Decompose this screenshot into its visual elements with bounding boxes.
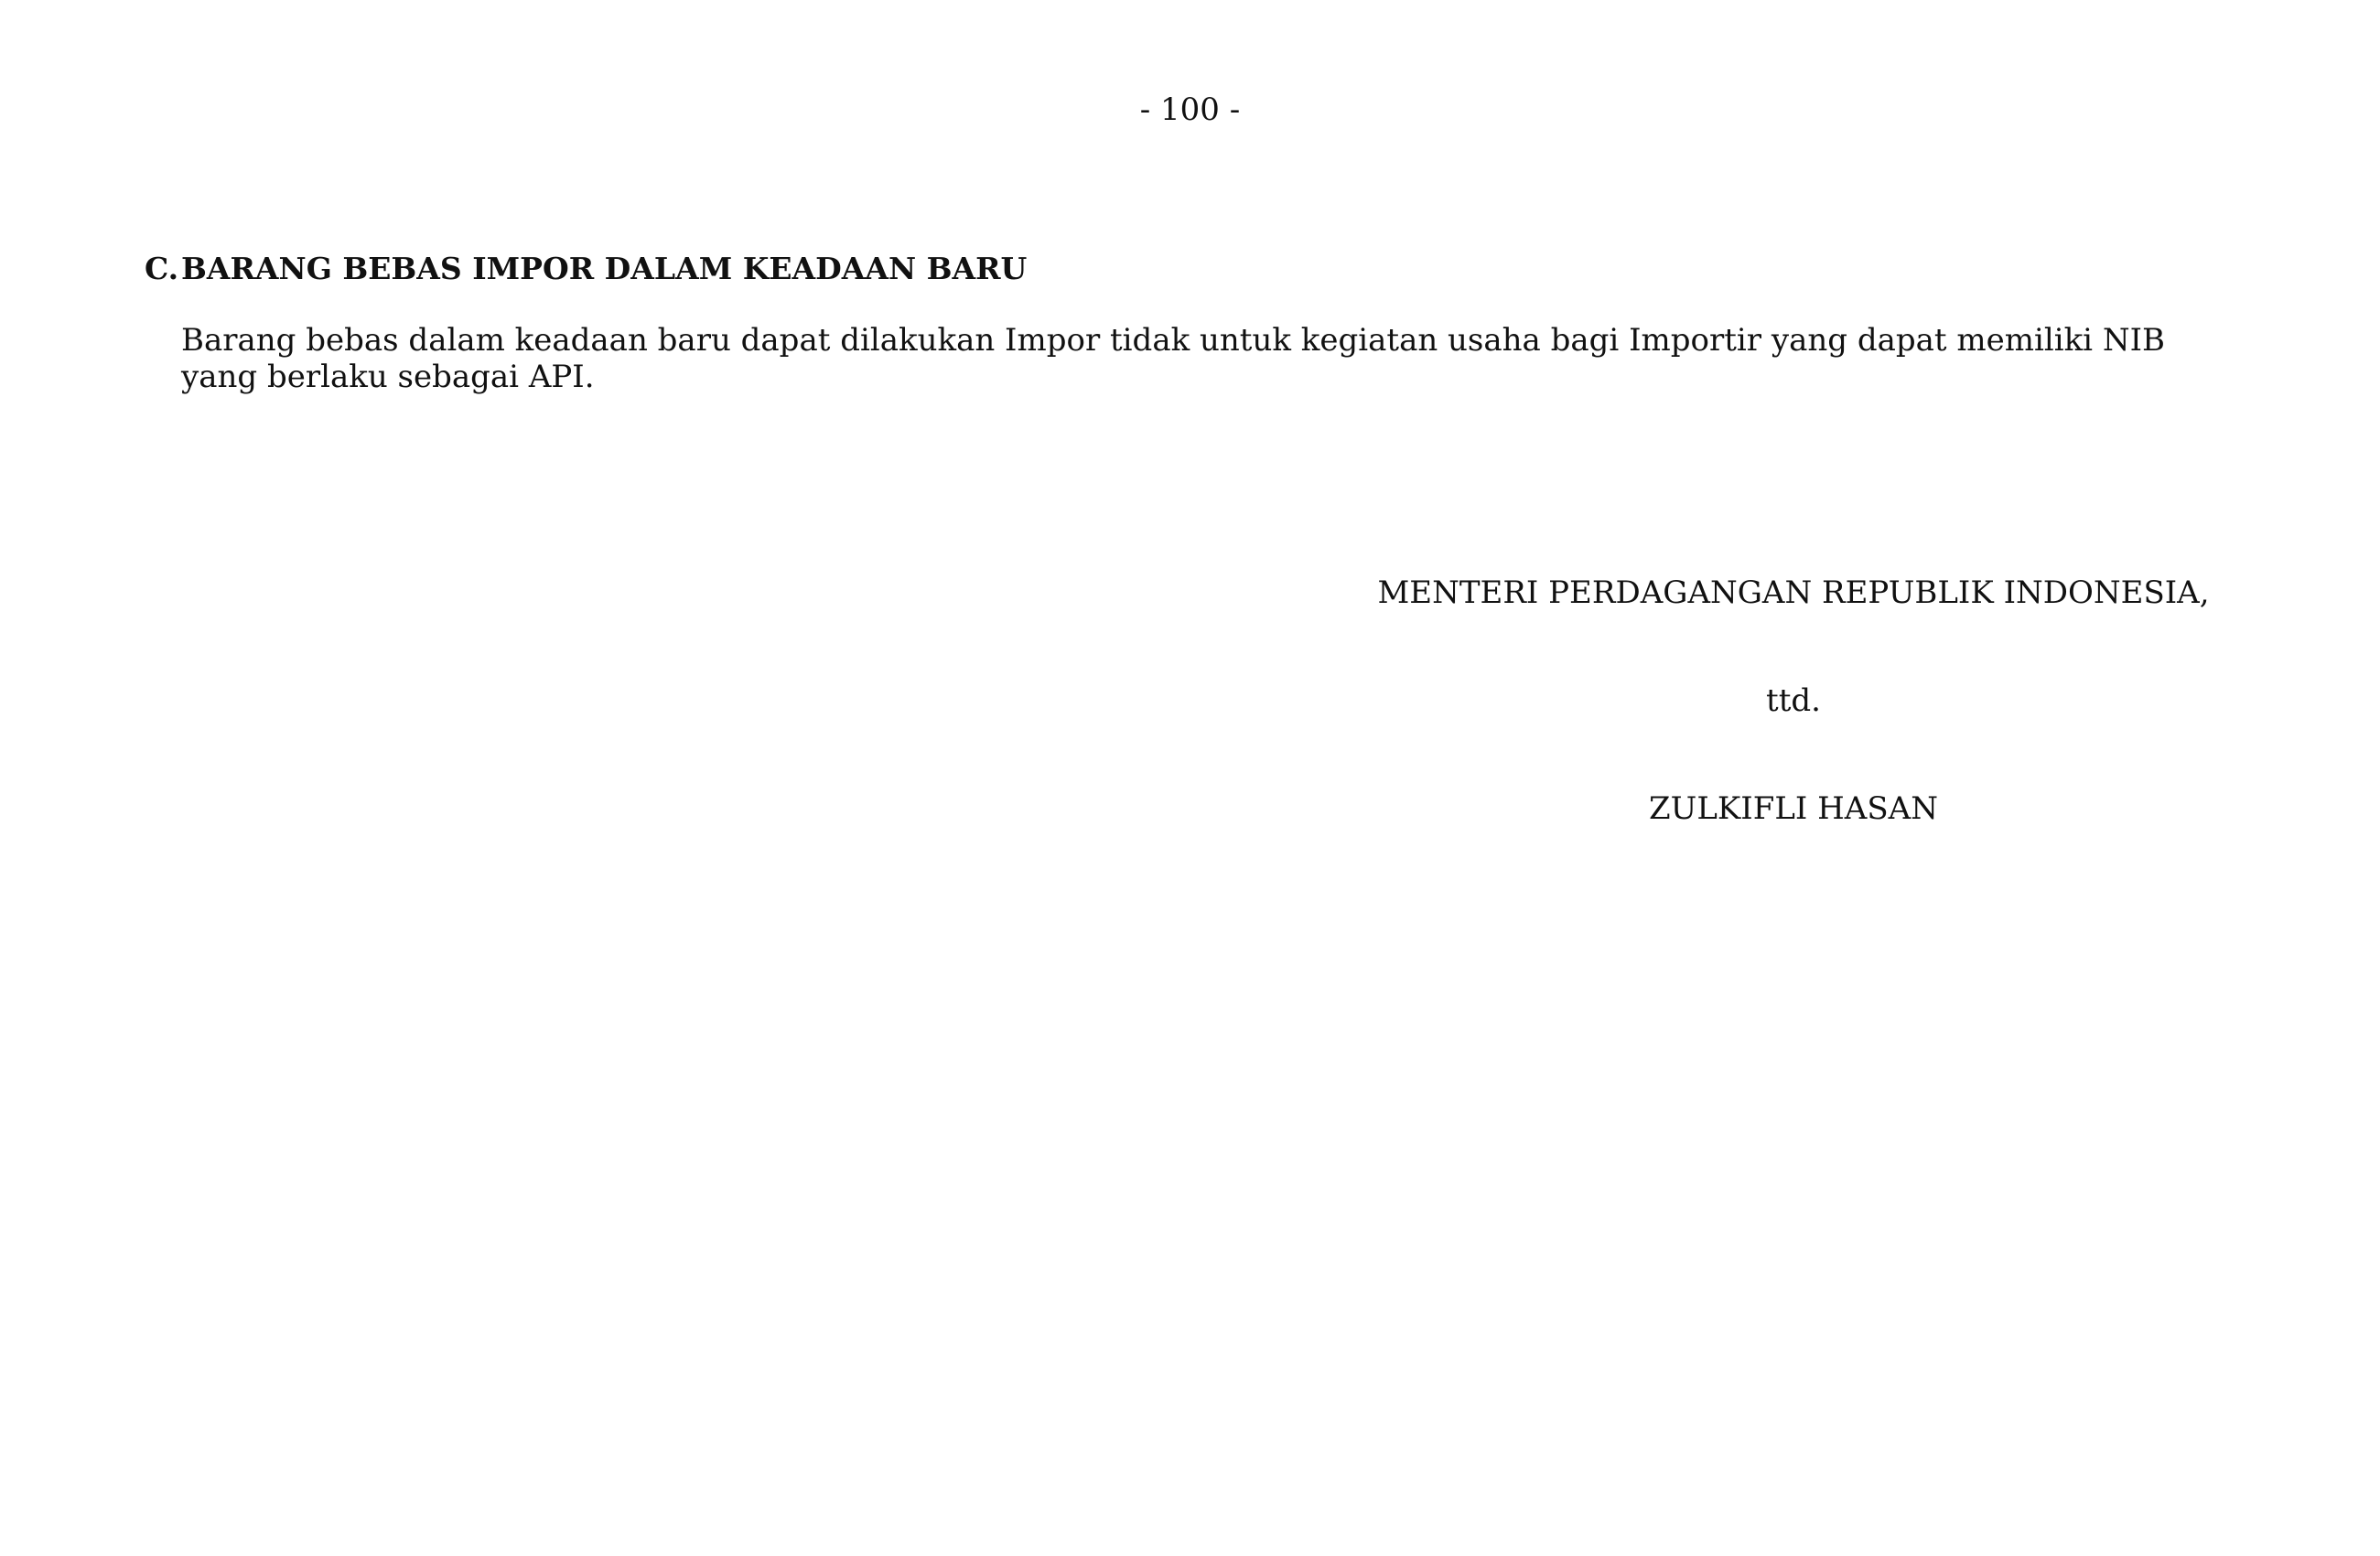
section-paragraph: Barang bebas dalam keadaan baru dapat di… [181, 322, 2166, 395]
signature-block: MENTERI PERDAGANGAN REPUBLIK INDONESIA, … [1373, 573, 2214, 829]
section-letter: C. [145, 251, 179, 286]
signatory-name: ZULKIFLI HASAN [1649, 790, 1938, 827]
section-heading: C.BARANG BEBAS IMPOR DALAM KEADAAN BARU [145, 249, 1027, 289]
page-number: - 100 - [1139, 91, 1241, 128]
section-title: BARANG BEBAS IMPOR DALAM KEADAAN BARU [181, 251, 1028, 286]
document-page: - 100 - C.BARANG BEBAS IMPOR DALAM KEADA… [0, 0, 2380, 1556]
signed-mark: ttd. [1766, 682, 1821, 719]
signatory-office: MENTERI PERDAGANGAN REPUBLIK INDONESIA, [1377, 574, 2210, 611]
